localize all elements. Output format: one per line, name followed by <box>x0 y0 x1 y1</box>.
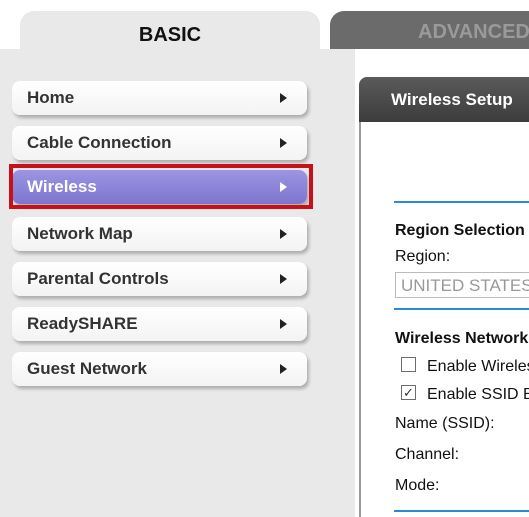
arrow-right-icon <box>280 364 287 374</box>
arrow-right-icon <box>280 93 287 103</box>
tab-advanced[interactable]: ADVANCED <box>330 11 529 49</box>
arrow-right-icon <box>280 138 287 148</box>
nav-item-network-map[interactable]: Network Map <box>12 217 307 251</box>
panel-header: Wireless Setup <box>359 77 529 122</box>
nav-item-label: Home <box>27 88 75 107</box>
enable-ssid-checkbox[interactable]: ✓ <box>401 385 416 400</box>
section-divider <box>394 308 529 310</box>
enable-wireless-checkbox[interactable] <box>401 357 416 372</box>
panel-title: Wireless Setup <box>391 89 513 109</box>
nav-item-label: ReadySHARE <box>27 314 138 333</box>
selection-highlight <box>9 164 313 209</box>
network-section-title: Wireless Network <box>395 330 529 347</box>
arrow-right-icon <box>280 229 287 239</box>
ssid-name-label: Name (SSID): <box>395 415 495 432</box>
arrow-right-icon <box>280 274 287 284</box>
region-select[interactable]: UNITED STATES <box>395 272 529 298</box>
region-value: UNITED STATES <box>401 276 529 295</box>
section-divider <box>394 201 529 203</box>
channel-label: Channel: <box>395 446 460 463</box>
nav-item-parental-controls[interactable]: Parental Controls <box>12 262 307 296</box>
enable-wireless-label: Enable Wireless <box>427 358 529 375</box>
nav-item-readyshare[interactable]: ReadySHARE <box>12 307 307 341</box>
nav-item-cable-connection[interactable]: Cable Connection <box>12 126 307 160</box>
nav-item-label: Network Map <box>27 224 133 243</box>
section-divider <box>394 510 529 512</box>
mode-label: Mode: <box>395 477 440 494</box>
wireless-setup-content: Region Selection Region: UNITED STATES W… <box>359 122 529 517</box>
nav-item-label: Guest Network <box>27 359 147 378</box>
tab-advanced-label: ADVANCED <box>418 20 529 43</box>
nav-item-label: Cable Connection <box>27 133 172 152</box>
arrow-right-icon <box>280 319 287 329</box>
region-section-title: Region Selection <box>395 222 525 239</box>
region-label: Region: <box>395 248 451 265</box>
nav-item-guest-network[interactable]: Guest Network <box>12 352 307 386</box>
nav-item-home[interactable]: Home <box>12 81 307 115</box>
nav-item-label: Parental Controls <box>27 269 169 288</box>
enable-ssid-label: Enable SSID Broadcast <box>427 386 529 403</box>
tab-basic-label: BASIC <box>138 24 202 46</box>
